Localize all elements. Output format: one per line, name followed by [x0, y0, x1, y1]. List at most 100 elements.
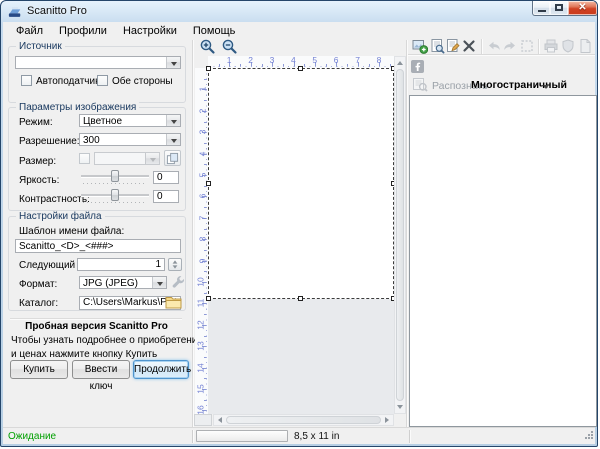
ruler-tick [262, 64, 263, 67]
scan-selection[interactable] [208, 68, 394, 299]
facebook-button[interactable] [411, 60, 424, 73]
page-size-text: 8,5 x 11 in [294, 431, 339, 442]
edit-page-button[interactable] [445, 38, 461, 54]
next-number-input[interactable] [77, 258, 165, 271]
menu-settings[interactable]: Настройки [115, 23, 185, 40]
vertical-scrollbar[interactable] [394, 56, 406, 414]
edit-page-icon [445, 38, 461, 54]
ruler-number: 12 [195, 320, 205, 329]
facebook-icon [411, 60, 424, 73]
menu-profiles[interactable]: Профили [51, 23, 115, 40]
contrast-slider[interactable] [81, 189, 149, 203]
ruler-number: 3 [270, 55, 275, 65]
filename-template-input[interactable] [15, 239, 181, 253]
next-number-spinner[interactable] [168, 258, 182, 271]
scanned-pages-list[interactable] [409, 95, 597, 427]
undo-icon [486, 38, 502, 54]
crop-button[interactable] [519, 38, 535, 54]
add-image-icon [412, 38, 428, 54]
scroll-down-icon[interactable] [397, 405, 403, 409]
ruler-number: 4 [198, 151, 208, 156]
duplex-checkbox-box[interactable] [97, 75, 108, 86]
ruler-tick [240, 64, 241, 67]
page-orientation-button[interactable] [164, 150, 181, 166]
trial-title: Пробная версия Scanitto Pro [3, 321, 190, 332]
scroll-up-icon[interactable] [397, 61, 403, 65]
redo-button[interactable] [502, 38, 518, 54]
ruler-number: 6 [198, 194, 208, 199]
format-label: Формат: [19, 279, 57, 290]
brightness-slider[interactable] [81, 170, 149, 184]
scroll-right-icon[interactable] [385, 417, 389, 423]
chevron-down-icon [157, 282, 163, 286]
client-area: Файл Профили Настройки Помощь Источник А… [3, 22, 595, 444]
horizontal-scrollbar-thumb[interactable] [226, 416, 381, 424]
progress-bar [196, 430, 288, 442]
ocr-icon [412, 77, 428, 92]
minimize-icon [538, 10, 546, 12]
selection-handle-sw[interactable] [206, 296, 211, 301]
maximize-button[interactable] [550, 1, 569, 16]
ruler-tick [204, 122, 207, 123]
selection-handle-nw[interactable] [206, 66, 211, 71]
adf-checkbox-box[interactable] [21, 75, 32, 86]
menu-file[interactable]: Файл [8, 23, 51, 40]
ruler-number: 8 [377, 55, 382, 65]
brightness-slider-thumb[interactable] [111, 170, 119, 182]
scanner-device-select[interactable] [15, 56, 181, 69]
contrast-label: Контрастность: [19, 194, 90, 205]
buy-button[interactable]: Купить [10, 360, 68, 379]
scanner-app-icon [8, 5, 22, 19]
contrast-slider-thumb[interactable] [111, 189, 119, 201]
zoom-in-button[interactable] [199, 38, 216, 55]
enter-key-button[interactable]: Ввести ключ [72, 360, 130, 379]
brightness-value-input[interactable] [153, 171, 179, 184]
resize-grip[interactable] [584, 430, 594, 443]
close-button[interactable]: ✕ [568, 1, 598, 16]
selection-handle-w[interactable] [206, 181, 211, 186]
ruler-tick [204, 250, 207, 251]
vertical-scrollbar-thumb[interactable] [396, 69, 404, 401]
zoom-out-button[interactable] [221, 38, 238, 55]
add-image-button[interactable] [412, 38, 428, 54]
title-bar: Scanitto Pro ✕ [1, 1, 597, 23]
ruler-number: 2 [248, 55, 253, 65]
zoom-out-icon [221, 38, 238, 55]
ruler-tick [326, 64, 327, 67]
resolution-select[interactable]: 300 [79, 133, 181, 146]
ruler-tick [204, 378, 207, 379]
share-button[interactable] [560, 38, 576, 54]
save-pdf-button[interactable] [577, 38, 593, 54]
chevron-down-icon [171, 139, 177, 143]
ruler-tick [204, 336, 207, 337]
size-checkbox[interactable] [79, 153, 90, 164]
preview-page-button[interactable] [429, 38, 445, 54]
format-options-button[interactable] [170, 275, 186, 290]
ruler-number: 7 [198, 215, 208, 220]
ruler-tick [204, 186, 207, 187]
delete-page-button[interactable] [461, 38, 477, 54]
redo-icon [502, 38, 518, 54]
format-select[interactable]: JPG (JPEG) [79, 276, 167, 289]
size-select[interactable] [94, 152, 160, 165]
ruler-tick [283, 64, 284, 67]
source-group: Источник Автоподатчик Обе стороны [8, 46, 186, 103]
minimize-button[interactable] [532, 1, 551, 16]
horizontal-scrollbar[interactable] [213, 414, 394, 426]
file-settings-group: Настройки файла Шаблон имени файла: След… [8, 216, 186, 311]
ruler-tick [204, 79, 207, 80]
selection-handle-n[interactable] [298, 66, 303, 71]
zoom-in-icon [199, 38, 216, 55]
slider-ticks [83, 202, 147, 203]
chevron-down-icon [543, 85, 549, 89]
mode-select[interactable]: Цветное [79, 114, 181, 127]
contrast-value-input[interactable] [153, 190, 179, 203]
continue-button[interactable]: Продолжить [133, 360, 189, 379]
scroll-left-icon[interactable] [218, 417, 222, 423]
ruler-number: 1 [227, 55, 232, 65]
selection-handle-s[interactable] [298, 296, 303, 301]
print-button[interactable] [543, 38, 559, 54]
browse-folder-button[interactable] [165, 296, 182, 309]
undo-button[interactable] [486, 38, 502, 54]
spinner-up-icon [173, 260, 178, 263]
